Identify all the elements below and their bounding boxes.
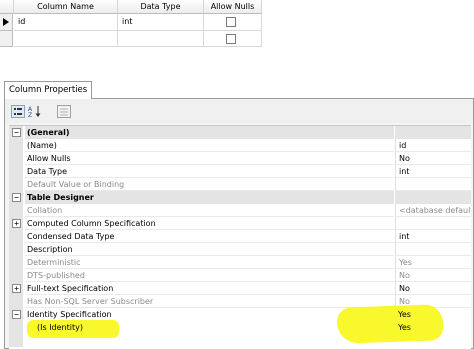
property-label: Data Type — [25, 165, 394, 178]
property-value[interactable]: <database default> — [395, 204, 471, 217]
property-pages-icon[interactable] — [57, 105, 71, 118]
row-header-corner — [0, 0, 14, 14]
collapse-icon[interactable]: − — [12, 128, 21, 137]
column-name-cell[interactable] — [14, 31, 118, 47]
property-row-default-value[interactable]: Default Value or Binding — [9, 178, 471, 191]
column-header-name[interactable]: Column Name — [14, 0, 118, 14]
property-label: Computed Column Specification — [25, 217, 394, 230]
property-label: (Is Identity) — [37, 323, 83, 332]
property-label: Description — [25, 243, 394, 256]
property-value[interactable] — [395, 178, 471, 191]
allow-nulls-checkbox[interactable] — [226, 34, 236, 44]
property-value[interactable] — [395, 217, 471, 230]
column-header-type[interactable]: Data Type — [118, 0, 204, 14]
properties-toolbar: A Z — [5, 99, 473, 123]
property-label: DTS-published — [25, 269, 394, 282]
property-label: Identity Specification — [27, 310, 112, 319]
collapse-icon[interactable]: − — [12, 310, 21, 319]
property-row-deterministic[interactable]: Deterministic Yes — [9, 256, 471, 269]
property-label: (General) — [25, 126, 394, 139]
property-value[interactable]: id — [395, 139, 471, 152]
category-general[interactable]: − (General) — [9, 126, 471, 139]
column-name-cell[interactable]: id — [14, 14, 118, 31]
property-row-is-identity[interactable]: (Is Identity) Yes — [9, 321, 471, 334]
property-row-name[interactable]: (Name) id — [9, 139, 471, 152]
column-properties-panel: A Z − (General) (Name) id Allow Nulls No… — [4, 98, 474, 349]
tab-column-properties[interactable]: Column Properties — [4, 81, 92, 99]
property-row-data-type[interactable]: Data Type int — [9, 165, 471, 178]
expand-icon[interactable]: + — [12, 219, 21, 228]
property-value[interactable]: No — [395, 282, 471, 295]
allow-nulls-cell — [204, 14, 262, 31]
property-value[interactable]: Yes — [395, 321, 471, 334]
allow-nulls-cell — [204, 31, 262, 47]
property-label: Allow Nulls — [25, 152, 394, 165]
property-label: Deterministic — [25, 256, 394, 269]
collapse-icon[interactable]: − — [12, 193, 21, 202]
column-grid: Column Name Data Type Allow Nulls id int — [0, 0, 262, 48]
property-value[interactable]: Yes — [395, 256, 471, 269]
property-label: Default Value or Binding — [25, 178, 394, 191]
row-selector[interactable] — [0, 31, 13, 47]
property-label: Full-text Specification — [25, 282, 394, 295]
data-type-cell[interactable]: int — [118, 14, 204, 31]
data-type-cell[interactable] — [118, 31, 204, 47]
property-value[interactable]: int — [395, 165, 471, 178]
property-row-allow-nulls[interactable]: Allow Nulls No — [9, 152, 471, 165]
property-row-dts-published[interactable]: DTS-published No — [9, 269, 471, 282]
property-value[interactable]: int — [395, 230, 471, 243]
expand-icon[interactable]: + — [12, 284, 21, 293]
current-row-arrow-icon — [3, 18, 9, 26]
allow-nulls-checkbox[interactable] — [226, 17, 236, 27]
property-label: (Name) — [25, 139, 394, 152]
property-row-description[interactable]: Description — [9, 243, 471, 256]
property-label: Has Non-SQL Server Subscriber — [25, 295, 394, 308]
property-row-computed-column[interactable]: + Computed Column Specification — [9, 217, 471, 230]
property-row-identity-spec[interactable]: − Identity Specification Yes — [9, 308, 471, 321]
property-row-collation[interactable]: Collation <database default> — [9, 204, 471, 217]
property-row-full-text[interactable]: + Full-text Specification No — [9, 282, 471, 295]
categorized-icon[interactable] — [11, 105, 25, 118]
property-value[interactable]: No — [395, 269, 471, 282]
property-label: Table Designer — [25, 191, 394, 204]
property-value[interactable]: No — [395, 152, 471, 165]
column-header-nulls[interactable]: Allow Nulls — [204, 0, 262, 14]
property-row-condensed-type[interactable]: Condensed Data Type int — [9, 230, 471, 243]
property-value[interactable]: Yes — [395, 308, 471, 321]
svg-text:Z: Z — [28, 112, 32, 118]
property-row-cutoff — [9, 334, 471, 347]
property-label: Collation — [25, 204, 394, 217]
property-value[interactable] — [395, 243, 471, 256]
alphabetical-icon[interactable]: A Z — [28, 105, 42, 118]
property-grid: − (General) (Name) id Allow Nulls No Dat… — [9, 125, 471, 349]
row-selector[interactable] — [0, 14, 13, 31]
category-table-designer[interactable]: − Table Designer — [9, 191, 471, 204]
property-label: Condensed Data Type — [25, 230, 394, 243]
